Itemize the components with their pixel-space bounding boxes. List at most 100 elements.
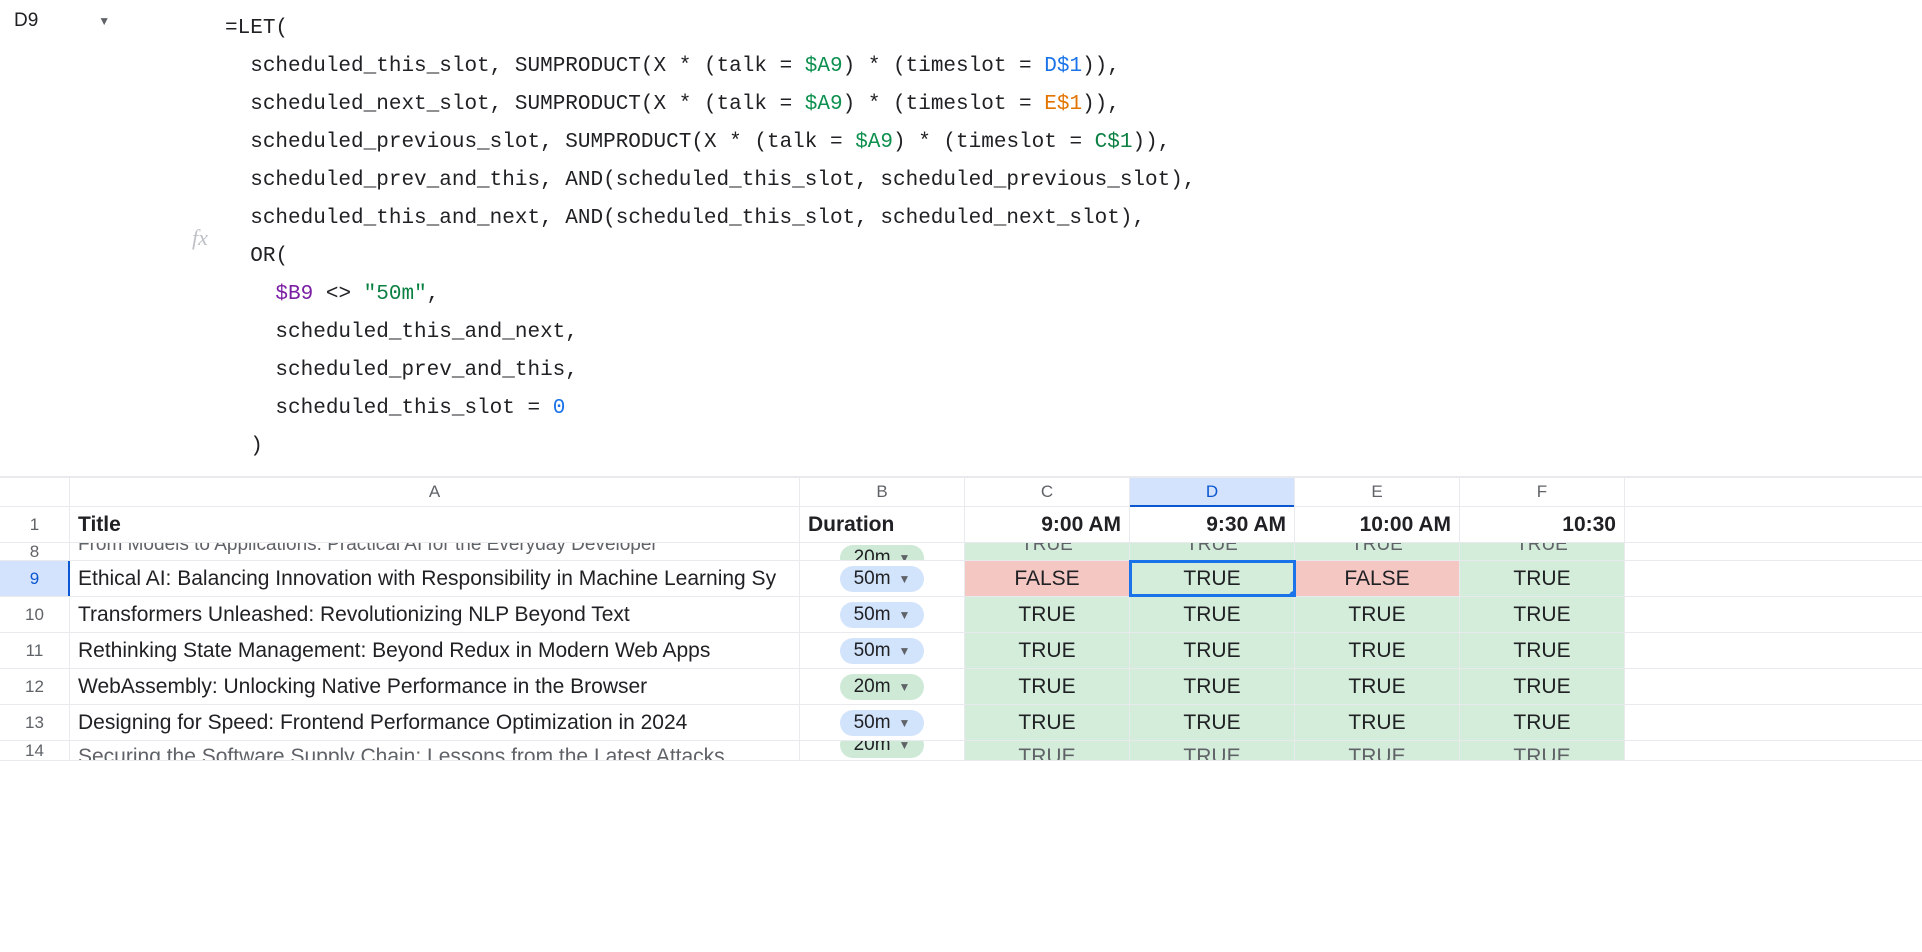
- header-time[interactable]: 10:00 AM: [1295, 507, 1460, 542]
- bool-cell[interactable]: TRUE: [1295, 543, 1460, 560]
- duration-pill[interactable]: 20m▼: [840, 674, 925, 700]
- bool-cell[interactable]: TRUE: [1460, 705, 1625, 740]
- chevron-down-icon: ▼: [899, 716, 911, 730]
- row-header[interactable]: 11: [0, 633, 70, 668]
- formula-token: timeslot: [906, 93, 1007, 116]
- name-box-value: D9: [14, 10, 38, 32]
- bool-cell[interactable]: TRUE: [1130, 543, 1295, 560]
- row-header[interactable]: 10: [0, 597, 70, 632]
- duration-pill[interactable]: 50m▼: [840, 710, 925, 736]
- duration-pill[interactable]: 20m▼: [840, 545, 925, 561]
- title-cell[interactable]: Designing for Speed: Frontend Performanc…: [70, 705, 800, 740]
- title-cell[interactable]: WebAssembly: Unlocking Native Performanc…: [70, 669, 800, 704]
- bool-cell[interactable]: TRUE: [1460, 741, 1625, 760]
- column-header-f[interactable]: F: [1460, 478, 1625, 506]
- formula-token: (: [275, 17, 288, 40]
- column-header-a[interactable]: A: [70, 478, 800, 506]
- bool-cell[interactable]: TRUE: [1295, 669, 1460, 704]
- formula-token: =: [1006, 93, 1044, 116]
- row-header[interactable]: 1: [0, 507, 70, 542]
- table-row-clipped: 8From Models to Applications: Practical …: [0, 543, 1922, 561]
- bool-cell[interactable]: TRUE: [1295, 597, 1460, 632]
- bool-cell[interactable]: TRUE: [1130, 741, 1295, 760]
- formula-token: =: [817, 131, 855, 154]
- bool-cell[interactable]: TRUE: [965, 669, 1130, 704]
- column-header-b[interactable]: B: [800, 478, 965, 506]
- title-cell[interactable]: Securing the Software Supply Chain: Less…: [70, 741, 800, 760]
- bool-cell[interactable]: TRUE: [1295, 633, 1460, 668]
- formula-token: =: [1057, 131, 1095, 154]
- bool-cell[interactable]: TRUE: [1460, 669, 1625, 704]
- row-header[interactable]: 12: [0, 669, 70, 704]
- bool-cell[interactable]: TRUE: [965, 597, 1130, 632]
- formula-token: )),: [1082, 93, 1120, 116]
- bool-cell[interactable]: TRUE: [1130, 597, 1295, 632]
- formula-token: AND: [565, 207, 603, 230]
- formula-token: AND: [565, 169, 603, 192]
- bool-cell[interactable]: TRUE: [965, 741, 1130, 760]
- row-header[interactable]: 8: [0, 543, 70, 560]
- table-row: 10Transformers Unleashed: Revolutionizin…: [0, 597, 1922, 633]
- formula-token: scheduled_this_slot: [275, 397, 514, 420]
- column-header-d[interactable]: D: [1130, 478, 1295, 506]
- duration-cell[interactable]: 20m▼: [800, 669, 965, 704]
- formula-token: $A9: [805, 93, 843, 116]
- formula-token: =: [515, 397, 553, 420]
- bool-cell[interactable]: TRUE: [1295, 741, 1460, 760]
- duration-pill[interactable]: 50m▼: [840, 638, 925, 664]
- pill-text: 50m: [854, 568, 891, 590]
- bool-cell[interactable]: TRUE: [1130, 633, 1295, 668]
- bool-cell[interactable]: TRUE: [1295, 705, 1460, 740]
- chevron-down-icon: ▼: [899, 608, 911, 622]
- bool-cell[interactable]: FALSE: [965, 561, 1130, 596]
- formula-line: scheduled_this_slot, SUMPRODUCT(X * (tal…: [225, 48, 1922, 86]
- duration-cell[interactable]: 50m▼: [800, 561, 965, 596]
- duration-cell[interactable]: 20m▼: [800, 543, 965, 560]
- header-time[interactable]: 10:30: [1460, 507, 1625, 542]
- formula-line: scheduled_this_and_next,: [225, 314, 1922, 352]
- row-header[interactable]: 13: [0, 705, 70, 740]
- bool-cell[interactable]: TRUE: [1130, 669, 1295, 704]
- bool-cell[interactable]: FALSE: [1295, 561, 1460, 596]
- header-duration[interactable]: Duration: [800, 507, 965, 542]
- title-cell[interactable]: From Models to Applications: Practical A…: [70, 543, 800, 560]
- title-cell[interactable]: Ethical AI: Balancing Innovation with Re…: [70, 561, 800, 596]
- formula-token: scheduled_next_slot: [250, 93, 489, 116]
- bool-cell[interactable]: TRUE: [1460, 633, 1625, 668]
- bool-cell[interactable]: TRUE: [1130, 561, 1295, 596]
- pill-text: 20m: [854, 676, 891, 698]
- table-row: 13Designing for Speed: Frontend Performa…: [0, 705, 1922, 741]
- select-all-corner[interactable]: [0, 478, 70, 506]
- header-time[interactable]: 9:30 AM: [1130, 507, 1295, 542]
- duration-cell[interactable]: 50m▼: [800, 705, 965, 740]
- column-header-c[interactable]: C: [965, 478, 1130, 506]
- formula-token: $A9: [805, 55, 843, 78]
- bool-cell[interactable]: TRUE: [965, 705, 1130, 740]
- bool-cell[interactable]: TRUE: [1130, 705, 1295, 740]
- column-header-e[interactable]: E: [1295, 478, 1460, 506]
- pill-text: 20m: [854, 547, 891, 561]
- duration-cell[interactable]: 50m▼: [800, 633, 965, 668]
- formula-input[interactable]: =LET( scheduled_this_slot, SUMPRODUCT(X …: [225, 0, 1922, 476]
- duration-cell[interactable]: 50m▼: [800, 597, 965, 632]
- title-cell[interactable]: Rethinking State Management: Beyond Redu…: [70, 633, 800, 668]
- bool-cell[interactable]: TRUE: [1460, 561, 1625, 596]
- header-time[interactable]: 9:00 AM: [965, 507, 1130, 542]
- bool-cell[interactable]: TRUE: [1460, 543, 1625, 560]
- formula-token: timeslot: [956, 131, 1057, 154]
- formula-token: * (: [666, 93, 716, 116]
- row-header[interactable]: 9: [0, 561, 70, 596]
- bool-cell[interactable]: TRUE: [1460, 597, 1625, 632]
- duration-pill[interactable]: 20m▼: [840, 741, 925, 758]
- duration-pill[interactable]: 50m▼: [840, 566, 925, 592]
- title-cell[interactable]: Transformers Unleashed: Revolutionizing …: [70, 597, 800, 632]
- bool-cell[interactable]: TRUE: [965, 543, 1130, 560]
- duration-cell[interactable]: 20m▼: [800, 741, 965, 760]
- duration-pill[interactable]: 50m▼: [840, 602, 925, 628]
- row-header[interactable]: 14: [0, 741, 70, 760]
- bool-cell[interactable]: TRUE: [965, 633, 1130, 668]
- formula-token: ,: [565, 359, 578, 382]
- header-title[interactable]: Title: [70, 507, 800, 542]
- name-box[interactable]: D9 ▼: [14, 10, 110, 32]
- formula-token: E$1: [1044, 93, 1082, 116]
